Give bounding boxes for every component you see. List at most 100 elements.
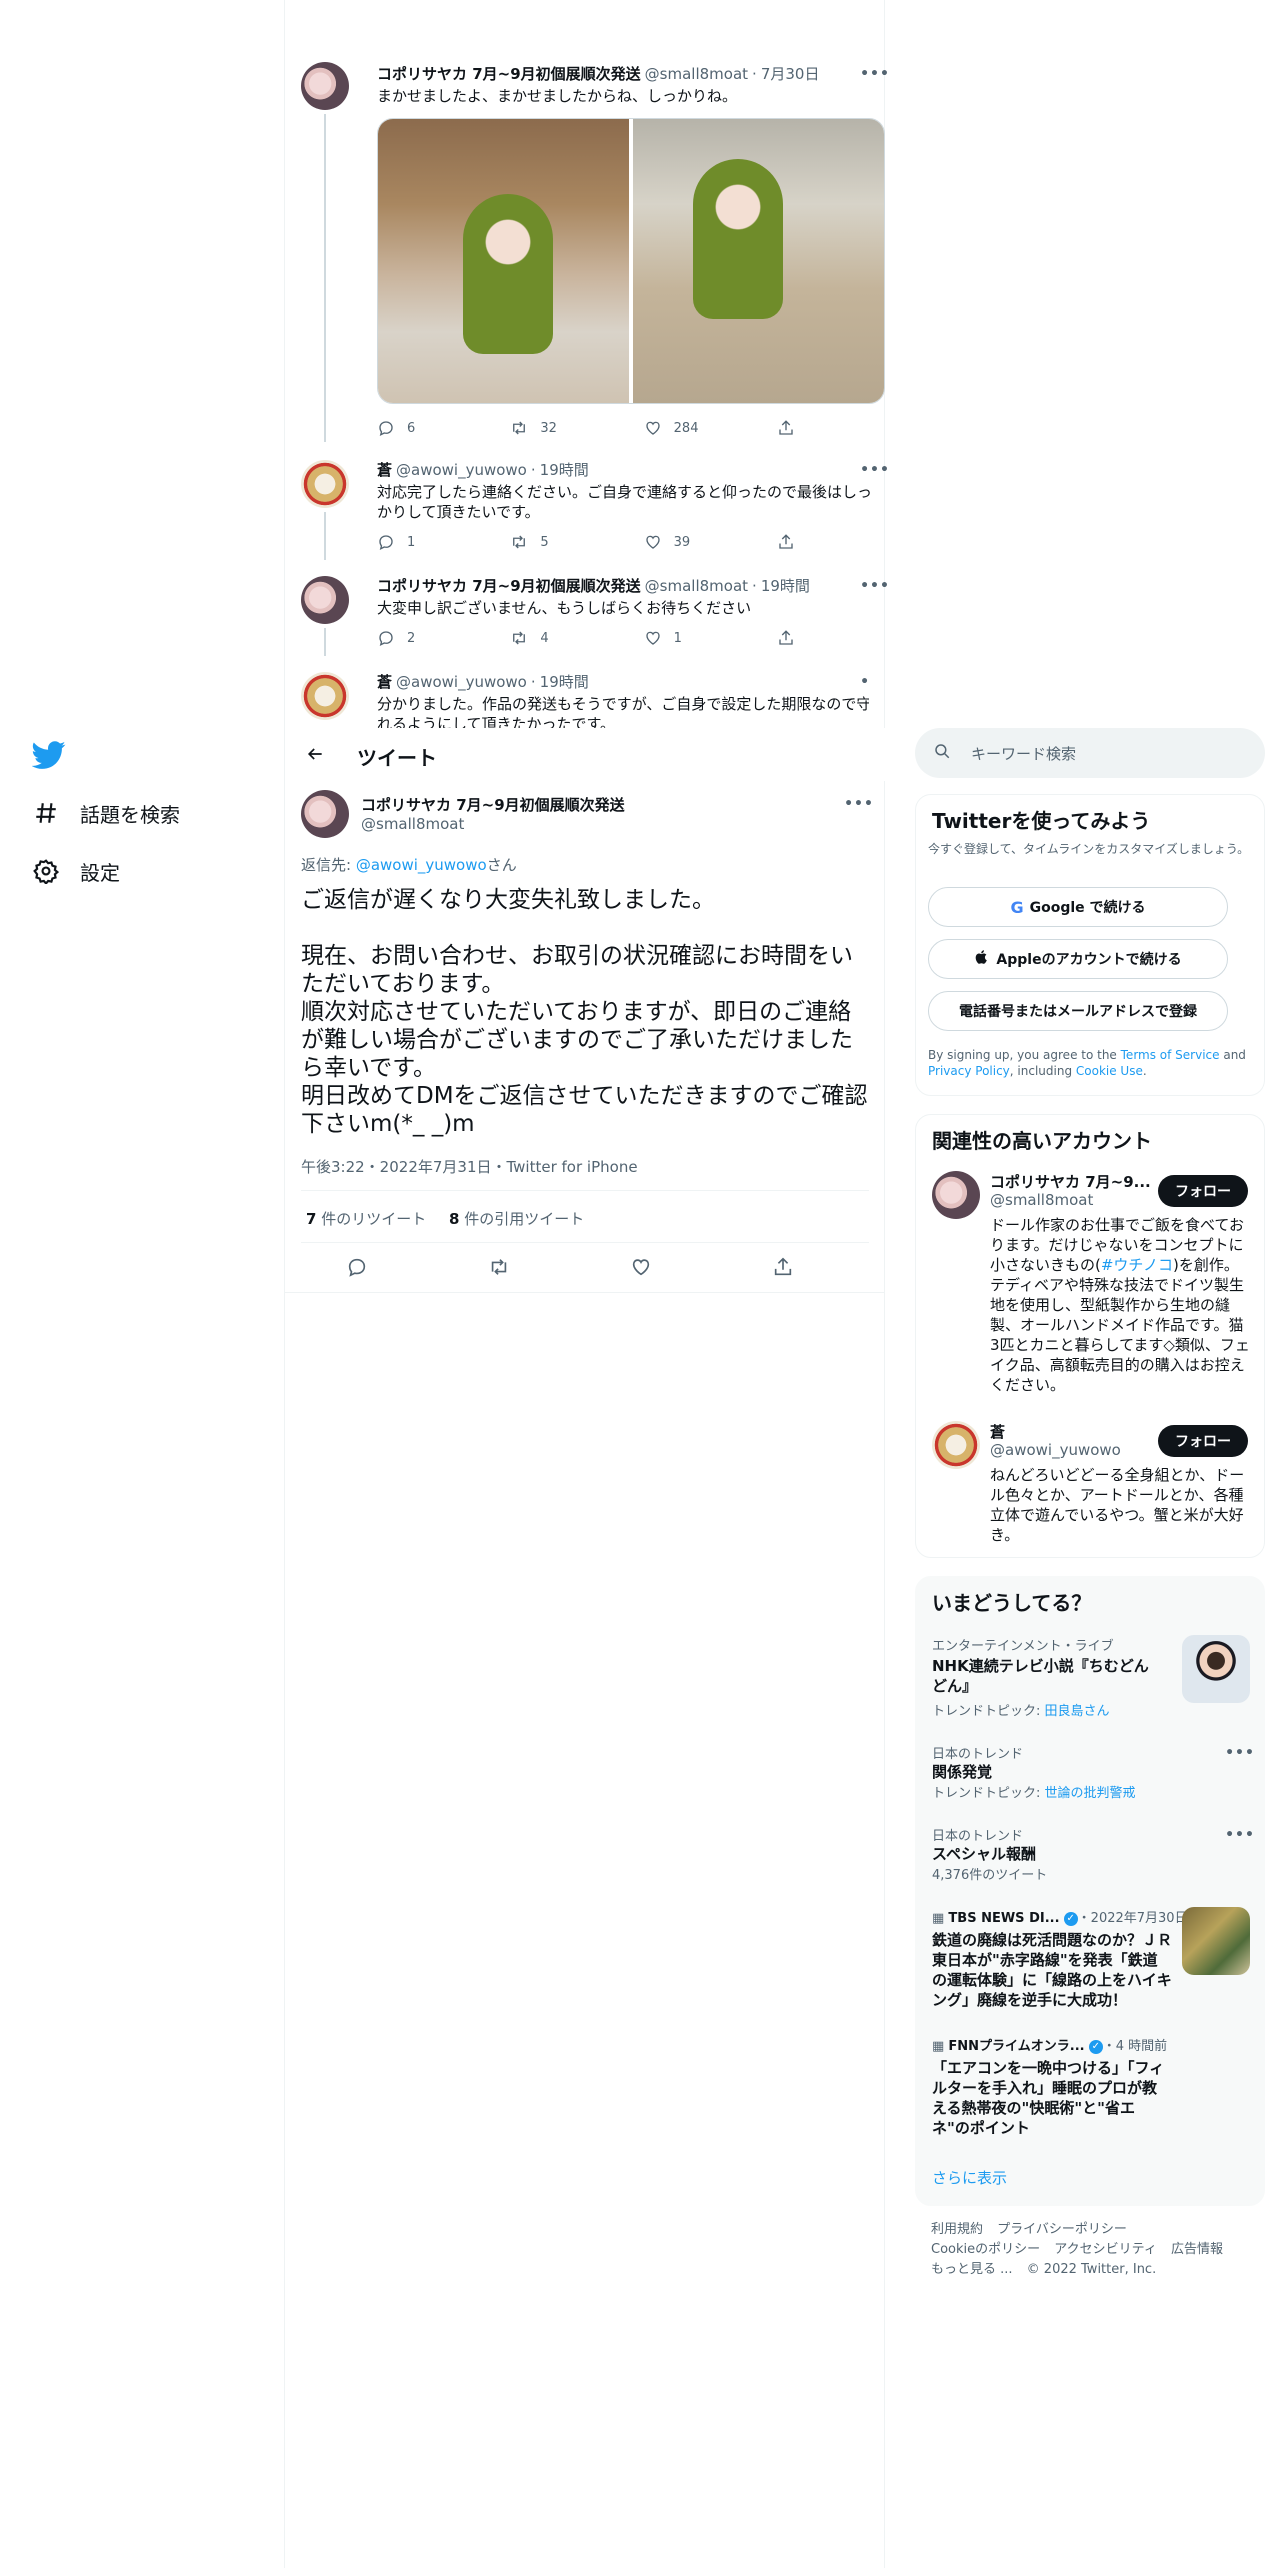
tweet-text: 分かりました。作品の発送もそうですが、ご自身で設定した期限なので守れるようにして… xyxy=(377,695,869,728)
account-name[interactable]: 蒼 xyxy=(990,1421,1005,1442)
page-header: ツイート xyxy=(285,728,885,781)
share-button[interactable] xyxy=(777,533,807,551)
author-name[interactable]: 蒼 xyxy=(377,672,392,692)
like-button[interactable]: 284 xyxy=(644,419,777,437)
apple-signin-label: Appleのアカウントで続ける xyxy=(996,952,1182,968)
news-item-1[interactable]: ▦ TBS NEWS DI... ✓ ・2022年7月30日 鉄道の廃線は死活問題… xyxy=(932,1907,1250,2017)
footer-more-link[interactable]: もっと見る ... xyxy=(931,2262,1013,2277)
author-name[interactable]: コポリサヤカ 7月~9月初個展順次発送 xyxy=(361,794,625,815)
twitter-logo-icon[interactable] xyxy=(31,738,66,772)
tweet-meta[interactable]: 午後3:22・2022年7月31日・Twitter for iPhone xyxy=(301,1156,638,1177)
tweet-text: 大変申し訳ございません、もうしばらくお待ちください xyxy=(377,599,752,617)
reply-button[interactable]: 1 xyxy=(377,533,510,551)
avatar[interactable] xyxy=(301,790,349,838)
photo-1[interactable] xyxy=(378,119,629,403)
avatar[interactable] xyxy=(301,62,349,110)
like-button[interactable]: 39 xyxy=(644,533,777,551)
google-icon: G xyxy=(1010,897,1024,917)
avatar[interactable] xyxy=(301,576,349,624)
retweet-button[interactable] xyxy=(488,1256,510,1282)
google-signin-button[interactable]: G Google で続ける xyxy=(928,887,1228,927)
tweet-text: 対応完了したら連絡ください。ご自身で連絡すると仰ったので最後はしっかりして頂きた… xyxy=(377,483,873,521)
author-handle[interactable]: @small8moat xyxy=(645,576,748,596)
footer-ads-link[interactable]: 広告情報 xyxy=(1171,2242,1223,2257)
footer-terms-link[interactable]: 利用規約 xyxy=(931,2222,983,2237)
terms-of-service-link[interactable]: Terms of Service xyxy=(1121,1048,1220,1062)
more-options-icon[interactable]: ••• xyxy=(1225,1825,1254,1845)
trend-item-1[interactable]: エンターテインメント・ライブ NHK連続テレビ小説『ちむどんどん』 トレンドトピ… xyxy=(932,1635,1250,1735)
tweet-time[interactable]: 19時間 xyxy=(540,460,589,480)
share-button[interactable] xyxy=(772,1256,794,1282)
like-button[interactable] xyxy=(630,1256,652,1282)
more-options-icon[interactable]: ••• xyxy=(860,64,889,84)
search-box[interactable]: キーワード検索 xyxy=(915,728,1265,778)
avatar[interactable] xyxy=(301,460,349,508)
news-item-2[interactable]: ▦ FNNプライムオンラ... ✓ ・4 時間前 「エアコンを一晩中つける」「フィ… xyxy=(932,2035,1250,2145)
more-options-icon[interactable]: ••• xyxy=(860,460,889,480)
author-name[interactable]: 蒼 xyxy=(377,460,392,480)
divider xyxy=(301,1242,869,1243)
retweet-stat[interactable]: 7 件のリツイート xyxy=(306,1210,426,1228)
follow-button[interactable]: フォロー xyxy=(1158,1425,1248,1457)
cookie-use-link[interactable]: Cookie Use xyxy=(1076,1064,1143,1078)
avatar[interactable] xyxy=(932,1421,980,1469)
quote-stat[interactable]: 8 件の引用ツイート xyxy=(449,1210,584,1228)
tweet-time[interactable]: 19時間 xyxy=(540,672,589,692)
nav-explore[interactable]: 話題を検索 xyxy=(32,793,180,833)
author-name[interactable]: コポリサヤカ 7月~9月初個展順次発送 xyxy=(377,64,641,84)
share-button[interactable] xyxy=(777,629,807,647)
account-handle[interactable]: @small8moat xyxy=(990,1191,1093,1209)
reply-button[interactable]: 2 xyxy=(377,629,510,647)
thread-tweet-2[interactable]: 蒼 @awowi_yuwowo · 19時間 ••• 対応完了したら連絡ください… xyxy=(301,460,889,560)
trend-topic-link[interactable]: 世論の批判警戒 xyxy=(1045,1786,1136,1801)
hashtag-link[interactable]: #ウチノコ xyxy=(1101,1256,1173,1274)
apple-signin-button[interactable]: Appleのアカウントで続ける xyxy=(928,939,1228,979)
retweet-button[interactable]: 32 xyxy=(510,419,643,437)
reply-to-link[interactable]: @awowi_yuwowo xyxy=(356,856,487,874)
tweet-time[interactable]: 19時間 xyxy=(761,576,810,596)
thread-tweet-3[interactable]: コポリサヤカ 7月~9月初個展順次発送 @small8moat · 19時間 •… xyxy=(301,576,889,656)
account-handle[interactable]: @awowi_yuwowo xyxy=(990,1441,1121,1459)
search-input[interactable]: キーワード検索 xyxy=(971,743,1076,764)
trend-topic-link[interactable]: 田良島さん xyxy=(1045,1704,1110,1719)
tweet-media[interactable] xyxy=(377,118,885,404)
like-button[interactable]: 1 xyxy=(644,629,777,647)
thread-tweet-4[interactable]: 蒼 @awowi_yuwowo · 19時間 ••• 分かりました。作品の発送も… xyxy=(301,672,869,728)
photo-2[interactable] xyxy=(633,119,884,403)
retweet-count: 32 xyxy=(540,420,557,436)
author-handle[interactable]: @small8moat xyxy=(361,815,625,833)
reply-button[interactable]: 6 xyxy=(377,419,510,437)
author-handle[interactable]: @awowi_yuwowo xyxy=(396,460,527,480)
avatar[interactable] xyxy=(301,672,349,720)
author-handle[interactable]: @small8moat xyxy=(645,64,748,84)
footer-privacy-link[interactable]: プライバシーポリシー xyxy=(997,2222,1127,2237)
more-options-icon[interactable]: ••• xyxy=(860,672,869,692)
privacy-policy-link[interactable]: Privacy Policy xyxy=(928,1064,1010,1078)
related-account-1[interactable]: コポリサヤカ 7月~9... @small8moat フォロー ドール作家のお仕… xyxy=(916,1171,1264,1401)
retweet-button[interactable]: 5 xyxy=(510,533,643,551)
quote-stat-count: 8 xyxy=(449,1210,460,1228)
trend-item-3[interactable]: 日本のトレンド スペシャル報酬 4,376件のツイート ••• xyxy=(932,1825,1254,1885)
retweet-button[interactable]: 4 xyxy=(510,629,643,647)
author-name[interactable]: コポリサヤカ 7月~9月初個展順次発送 xyxy=(377,576,641,596)
more-options-icon[interactable]: ••• xyxy=(844,794,873,814)
follow-button[interactable]: フォロー xyxy=(1158,1175,1248,1207)
trend-name: スペシャル報酬 xyxy=(932,1845,1036,1863)
reply-button[interactable] xyxy=(346,1256,368,1282)
footer-cookie-link[interactable]: Cookieのポリシー xyxy=(931,2242,1040,2257)
trend-item-2[interactable]: 日本のトレンド 関係発覚 トレンドトピック: 世論の批判警戒 ••• xyxy=(932,1743,1254,1807)
avatar[interactable] xyxy=(932,1171,980,1219)
more-options-icon[interactable]: ••• xyxy=(860,576,889,596)
back-arrow-icon[interactable] xyxy=(301,740,329,768)
related-account-2[interactable]: 蒼 @awowi_yuwowo フォロー ねんどろいどどーる全身組とか、ドール色… xyxy=(916,1421,1264,1551)
more-options-icon[interactable]: ••• xyxy=(1225,1743,1254,1763)
show-more-link[interactable]: さらに表示 xyxy=(932,2167,1007,2188)
account-name[interactable]: コポリサヤカ 7月~9... xyxy=(990,1171,1151,1192)
share-button[interactable] xyxy=(777,419,807,437)
author-handle[interactable]: @awowi_yuwowo xyxy=(396,672,527,692)
footer-accessibility-link[interactable]: アクセシビリティ xyxy=(1054,2242,1157,2257)
nav-settings[interactable]: 設定 xyxy=(32,851,120,891)
tweet-time[interactable]: 7月30日 xyxy=(761,64,820,84)
phone-email-signup-button[interactable]: 電話番号またはメールアドレスで登録 xyxy=(928,991,1228,1031)
thread-tweet-1[interactable]: コポリサヤカ 7月~9月初個展順次発送 @small8moat · 7月30日 … xyxy=(301,62,889,442)
